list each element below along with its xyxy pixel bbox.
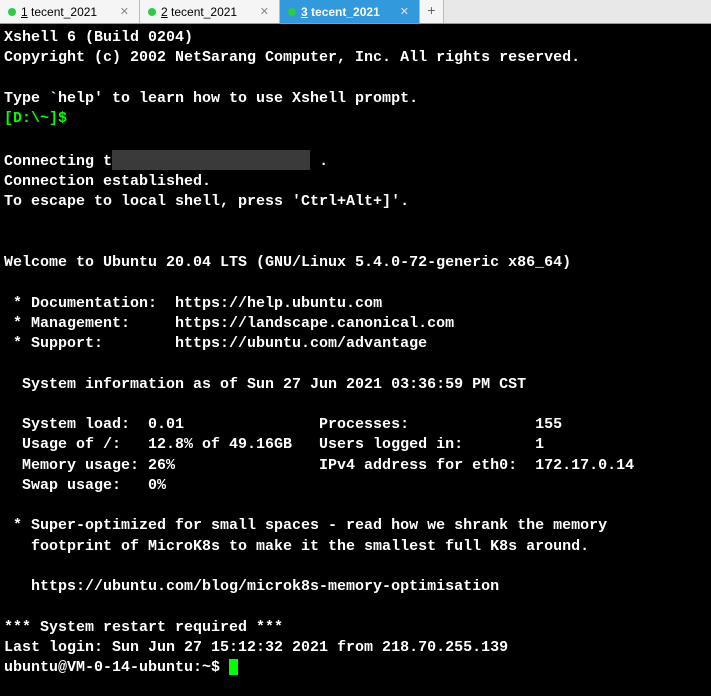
local-prompt: [D:\~]$ <box>4 110 67 127</box>
stats-row: Memory usage: 26% IPv4 address for eth0:… <box>4 457 634 474</box>
close-icon[interactable]: ✕ <box>118 5 131 18</box>
new-tab-button[interactable]: + <box>420 0 444 23</box>
promo-line: * Super-optimized for small spaces - rea… <box>4 517 607 534</box>
redacted-host: xxxxxxxxxxxxxxxxxxxxxx <box>112 150 310 170</box>
tab-2[interactable]: 2 tecent_2021 ✕ <box>140 0 280 23</box>
status-dot-icon <box>148 8 156 16</box>
status-dot-icon <box>288 8 296 16</box>
cursor-icon <box>229 659 238 675</box>
support-link-line: * Support: https://ubuntu.com/advantage <box>4 335 427 352</box>
doc-link-line: * Documentation: https://help.ubuntu.com <box>4 295 382 312</box>
escape-line: To escape to local shell, press 'Ctrl+Al… <box>4 193 409 210</box>
shell-prompt: ubuntu@VM-0-14-ubuntu:~$ <box>4 659 229 676</box>
stats-row: System load: 0.01 Processes: 155 <box>4 416 562 433</box>
tab-label: 2 tecent_2021 <box>161 5 237 19</box>
help-line: Type `help' to learn how to use Xshell p… <box>4 90 418 107</box>
restart-required: *** System restart required *** <box>4 619 283 636</box>
mgmt-link-line: * Management: https://landscape.canonica… <box>4 315 454 332</box>
connecting-line: Connecting txxxxxxxxxxxxxxxxxxxxxx . <box>4 153 328 170</box>
stats-row: Usage of /: 12.8% of 49.16GB Users logge… <box>4 436 544 453</box>
tab-1[interactable]: 1 tecent_2021 ✕ <box>0 0 140 23</box>
terminal-output[interactable]: Xshell 6 (Build 0204) Copyright (c) 2002… <box>0 24 711 696</box>
tab-bar: 1 tecent_2021 ✕ 2 tecent_2021 ✕ 3 tecent… <box>0 0 711 24</box>
close-icon[interactable]: ✕ <box>398 5 411 18</box>
connection-established: Connection established. <box>4 173 211 190</box>
stats-row: Swap usage: 0% <box>4 477 166 494</box>
copyright-line: Copyright (c) 2002 NetSarang Computer, I… <box>4 49 580 66</box>
status-dot-icon <box>8 8 16 16</box>
last-login: Last login: Sun Jun 27 15:12:32 2021 fro… <box>4 639 508 656</box>
promo-url: https://ubuntu.com/blog/microk8s-memory-… <box>4 578 499 595</box>
sysinfo-header: System information as of Sun 27 Jun 2021… <box>4 376 526 393</box>
app-title: Xshell 6 (Build 0204) <box>4 29 193 46</box>
tab-3[interactable]: 3 tecent_2021 ✕ <box>280 0 420 23</box>
tab-label: 3 tecent_2021 <box>301 5 380 19</box>
close-icon[interactable]: ✕ <box>258 5 271 18</box>
promo-line: footprint of MicroK8s to make it the sma… <box>4 538 589 555</box>
tab-label: 1 tecent_2021 <box>21 5 97 19</box>
welcome-line: Welcome to Ubuntu 20.04 LTS (GNU/Linux 5… <box>4 254 571 271</box>
